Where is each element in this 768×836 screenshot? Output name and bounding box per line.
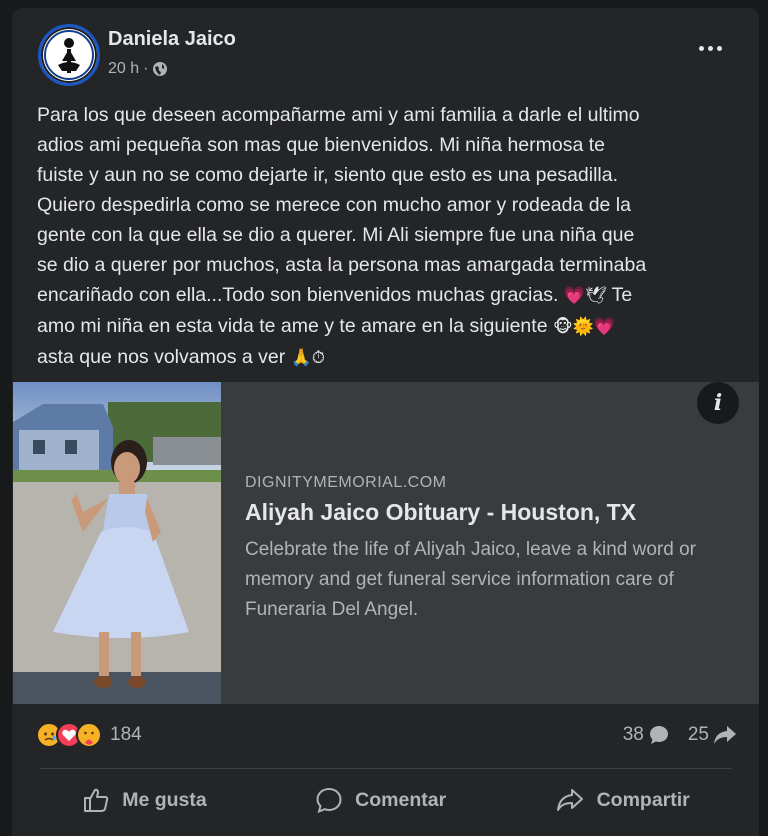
monkey-sun-heart-emoji: 🐵🌞💗 — [552, 317, 615, 337]
more-dot-icon — [707, 45, 713, 51]
post-text-line: amo mi niña en esta vida te ame y te ama… — [37, 311, 749, 342]
action-bar: Me gusta Comentar Compartir — [28, 776, 744, 824]
share-arrow-icon — [714, 726, 736, 744]
meta-separator: · — [143, 60, 149, 77]
comment-button[interactable]: Comentar — [295, 778, 466, 822]
reactions-summary[interactable]: 184 — [36, 722, 142, 748]
post-card: Daniela Jaico 20 h · Para los que deseen… — [12, 8, 759, 836]
engagement-counts: 38 25 — [623, 724, 737, 746]
preview-description: Celebrate the life of Aliyah Jaico, leav… — [245, 539, 696, 620]
pray-stopwatch-emoji: 🙏⏱ — [290, 348, 326, 368]
thumbs-up-icon — [84, 788, 109, 812]
post-text-line: gente con la que ella se dio a querer. M… — [37, 224, 635, 246]
post-time[interactable]: 20 h — [108, 60, 139, 78]
comment-bubble-icon — [649, 726, 668, 744]
comment-label: Comentar — [355, 788, 447, 811]
post-text-line: asta que nos volvamos a ver 🙏⏱ — [37, 342, 749, 373]
post-text-segment: amo mi niña en esta vida te ame y te ama… — [37, 315, 548, 337]
post-text-line: Para los que deseen acompañarme ami y am… — [37, 104, 640, 126]
heart-dove-emoji: 💗🕊 — [563, 286, 607, 306]
like-button[interactable]: Me gusta — [62, 778, 227, 822]
post-text-segment: encariñado con ella...Todo son bienvenid… — [37, 284, 559, 306]
post-text-segment: Te — [611, 284, 633, 306]
post-text-line: Quiero despedirla como se merece con muc… — [37, 194, 631, 216]
comment-count-link[interactable]: 38 — [623, 724, 670, 746]
reaction-count[interactable]: 184 — [110, 724, 142, 746]
share-count-link[interactable]: 25 — [688, 724, 737, 746]
care-react-icon — [76, 722, 102, 748]
globe-icon[interactable] — [152, 61, 168, 77]
avatar[interactable] — [38, 24, 100, 86]
preview-photo — [13, 382, 221, 704]
author-name[interactable]: Daniela Jaico — [108, 28, 236, 51]
more-dot-icon — [698, 45, 704, 51]
post-text-line: se dio a querer por muchos, asta la pers… — [37, 254, 647, 276]
post-text: Para los que deseen acompañarme ami y am… — [37, 100, 749, 373]
preview-domain: DIGNITYMEMORIAL.COM — [245, 474, 447, 491]
like-label: Me gusta — [122, 788, 207, 811]
link-preview[interactable]: i DIGNITYMEMORIAL.COM Aliyah Jaico Obitu… — [13, 382, 759, 704]
share-count: 25 — [687, 724, 709, 745]
post-text-line: fuiste y aun no se como dejarte ir, sien… — [37, 164, 619, 186]
post-text-line: adios ami pequeña son mas que bienvenido… — [37, 134, 606, 156]
more-options-button[interactable] — [692, 36, 728, 60]
comment-count: 38 — [622, 724, 644, 745]
share-label: Compartir — [596, 788, 690, 811]
share-icon — [556, 789, 583, 811]
post-text-line: encariñado con ella...Todo son bienvenid… — [37, 280, 749, 311]
share-button[interactable]: Compartir — [535, 778, 710, 822]
more-dot-icon — [716, 45, 722, 51]
post-text-segment: asta que nos volvamos a ver — [37, 346, 286, 368]
preview-title[interactable]: Aliyah Jaico Obituary - Houston, TX — [245, 499, 636, 526]
post-meta: 20 h · — [108, 60, 168, 78]
comment-icon — [316, 787, 342, 814]
divider — [40, 768, 732, 769]
info-button[interactable]: i — [697, 382, 739, 424]
memorial-candle-icon — [44, 30, 94, 80]
